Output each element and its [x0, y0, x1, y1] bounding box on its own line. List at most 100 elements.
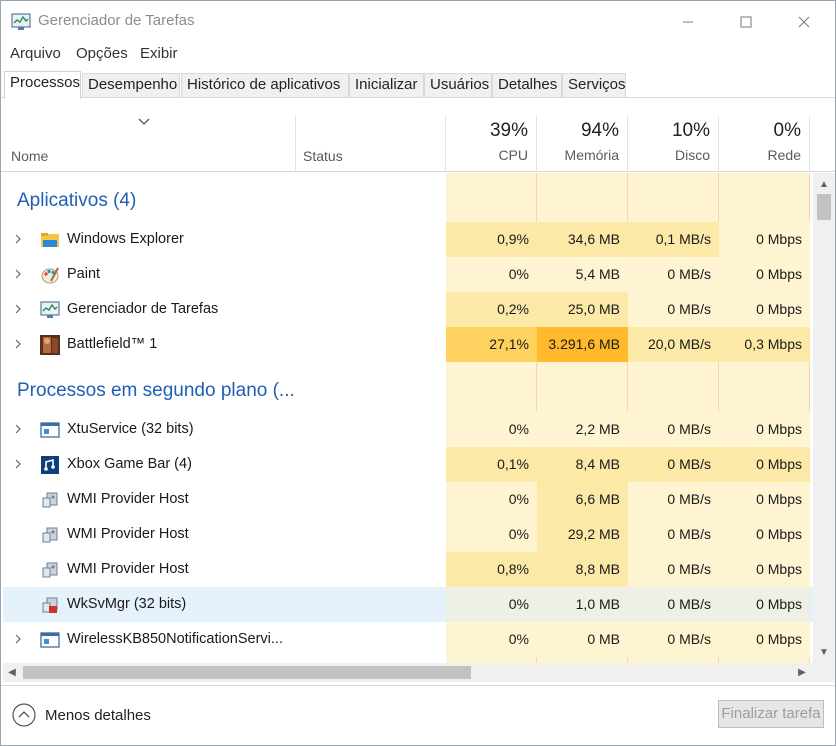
process-row-windows-explorer[interactable]: Windows Explorer 0,9% 34,6 MB 0,1 MB/s 0…	[3, 222, 813, 257]
tab-usuarios[interactable]: Usuários	[424, 73, 492, 97]
service-window-icon	[40, 632, 60, 648]
process-name: WirelessKB850NotificationServi...	[67, 631, 283, 647]
chevron-right-icon[interactable]	[13, 269, 23, 279]
tab-historico[interactable]: Histórico de aplicativos	[181, 73, 349, 97]
scroll-right-arrow-icon[interactable]: ▶	[793, 663, 811, 682]
process-name: Paint	[67, 266, 101, 282]
tab-inicializar[interactable]: Inicializar	[349, 73, 424, 97]
wmi-host-icon	[42, 527, 58, 543]
process-row-paint[interactable]: Paint 0% 5,4 MB 0 MB/s 0 Mbps	[3, 257, 813, 292]
cpu-value: 0%	[446, 587, 537, 622]
scroll-down-arrow-icon[interactable]: ▼	[813, 643, 835, 661]
group-title-apps: Aplicativos (4)	[17, 190, 137, 211]
battlefield-icon	[40, 335, 60, 355]
cpu-value: 0,8%	[446, 552, 537, 587]
process-row-xtuservice[interactable]: XtuService (32 bits) 0% 2,2 MB 0 MB/s 0 …	[3, 412, 813, 447]
mem-value: 3.291,6 MB	[537, 327, 628, 362]
window-title: Gerenciador de Tarefas	[38, 12, 195, 29]
scrollbar-corner	[813, 663, 835, 682]
net-value: 0 Mbps	[719, 552, 810, 587]
chevron-right-icon[interactable]	[13, 339, 23, 349]
maximize-button[interactable]	[717, 1, 775, 43]
mem-label: Memória	[564, 147, 619, 163]
less-details-link[interactable]: Menos detalhes	[45, 707, 151, 724]
disk-value: 20,0 MB/s	[628, 327, 719, 362]
xbox-game-bar-icon	[41, 456, 59, 474]
chevron-right-icon[interactable]	[13, 459, 23, 469]
tab-detalhes[interactable]: Detalhes	[492, 73, 562, 97]
task-manager-window: Gerenciador de Tarefas Arquivo Opções Ex…	[0, 0, 836, 746]
column-status-label: Status	[303, 148, 343, 164]
process-row-wksvmgr[interactable]: WkSvMgr (32 bits) 0% 1,0 MB 0 MB/s 0 Mbp…	[3, 587, 813, 622]
process-row-wirelesskb850[interactable]: WirelessKB850NotificationServi... 0% 0 M…	[3, 622, 813, 657]
scroll-left-arrow-icon[interactable]: ◀	[3, 663, 21, 682]
menu-exibir[interactable]: Exibir	[140, 45, 178, 62]
maximize-icon	[740, 16, 752, 28]
vertical-scrollbar[interactable]: ▲ ▼	[813, 173, 835, 663]
process-name: Windows Explorer	[67, 231, 184, 247]
process-row-battlefield[interactable]: Battlefield™ 1 27,1% 3.291,6 MB 20,0 MB/…	[3, 327, 813, 362]
net-value: 0 Mbps	[719, 517, 810, 552]
menu-bar: Arquivo Opções Exibir	[1, 43, 835, 65]
tab-processos[interactable]: Processos	[4, 71, 81, 99]
cpu-value: 0,9%	[446, 222, 537, 257]
disk-value: 0 MB/s	[628, 482, 719, 517]
end-task-button[interactable]: Finalizar tarefa	[718, 700, 824, 728]
process-name: WMI Provider Host	[67, 526, 189, 542]
column-disco[interactable]: 10% Disco	[628, 116, 719, 172]
cpu-value: 0,1%	[446, 447, 537, 482]
process-row-wmi-provider-host[interactable]: WMI Provider Host 0% 6,6 MB 0 MB/s 0 Mbp…	[3, 482, 813, 517]
mem-value: 6,6 MB	[537, 482, 628, 517]
process-row-task-manager[interactable]: Gerenciador de Tarefas 0,2% 25,0 MB 0 MB…	[3, 292, 813, 327]
mem-value: 0 MB	[537, 622, 628, 657]
cpu-value: 0%	[446, 517, 537, 552]
scroll-up-arrow-icon[interactable]: ▲	[813, 175, 835, 193]
net-value: 0 Mbps	[719, 257, 810, 292]
paint-icon	[41, 267, 59, 284]
cpu-value: 0%	[446, 622, 537, 657]
vertical-scroll-thumb[interactable]	[817, 194, 831, 220]
mem-value: 29,2 MB	[537, 517, 628, 552]
chevron-right-icon[interactable]	[13, 634, 23, 644]
net-value: 0 Mbps	[719, 482, 810, 517]
chevron-right-icon[interactable]	[13, 304, 23, 314]
process-row-wmi-provider-host[interactable]: WMI Provider Host 0,8% 8,8 MB 0 MB/s 0 M…	[3, 552, 813, 587]
chevron-right-icon[interactable]	[13, 424, 23, 434]
mem-percent: 94%	[580, 120, 619, 141]
menu-arquivo[interactable]: Arquivo	[10, 45, 61, 62]
disk-label: Disco	[674, 147, 710, 163]
column-rede[interactable]: 0% Rede	[719, 116, 810, 172]
mem-value: 5,4 MB	[537, 257, 628, 292]
column-nome[interactable]: Nome	[1, 116, 296, 172]
net-value: 0 Mbps	[719, 622, 810, 657]
column-memoria[interactable]: 94% Memória	[537, 116, 628, 172]
disk-value: 0 MB/s	[628, 292, 719, 327]
process-row-wmi-provider-host[interactable]: WMI Provider Host 0% 29,2 MB 0 MB/s 0 Mb…	[3, 517, 813, 552]
column-cpu[interactable]: 39% CPU	[446, 116, 537, 172]
wmi-host-icon	[42, 492, 58, 508]
process-name: WkSvMgr (32 bits)	[67, 596, 187, 612]
chevron-right-icon[interactable]	[13, 234, 23, 244]
horizontal-scroll-thumb[interactable]	[23, 666, 471, 679]
footer-bar: Menos detalhes Finalizar tarefa	[1, 685, 835, 745]
column-status[interactable]: Status	[296, 116, 446, 172]
mem-value: 34,6 MB	[537, 222, 628, 257]
process-name: Xbox Game Bar (4)	[67, 456, 192, 472]
net-value: 0 Mbps	[719, 587, 810, 622]
horizontal-scrollbar[interactable]: ◀ ▶	[3, 663, 813, 682]
cpu-percent: 39%	[489, 120, 528, 141]
close-icon	[798, 16, 810, 28]
menu-opcoes[interactable]: Opções	[76, 45, 128, 62]
close-button[interactable]	[775, 1, 833, 43]
title-bar: Gerenciador de Tarefas	[1, 1, 835, 43]
tab-servicos[interactable]: Serviços	[562, 73, 626, 97]
cpu-value: 0%	[446, 412, 537, 447]
process-row-xbox-game-bar[interactable]: Xbox Game Bar (4) 0,1% 8,4 MB 0 MB/s 0 M…	[3, 447, 813, 482]
tab-strip: Processos Desempenho Histórico de aplica…	[1, 71, 835, 99]
tab-desempenho[interactable]: Desempenho	[82, 73, 180, 97]
process-name: WMI Provider Host	[67, 491, 189, 507]
cpu-value: 27,1%	[446, 327, 537, 362]
disk-value: 0 MB/s	[628, 587, 719, 622]
minimize-button[interactable]	[659, 1, 717, 43]
collapse-circle-icon[interactable]	[12, 703, 36, 727]
